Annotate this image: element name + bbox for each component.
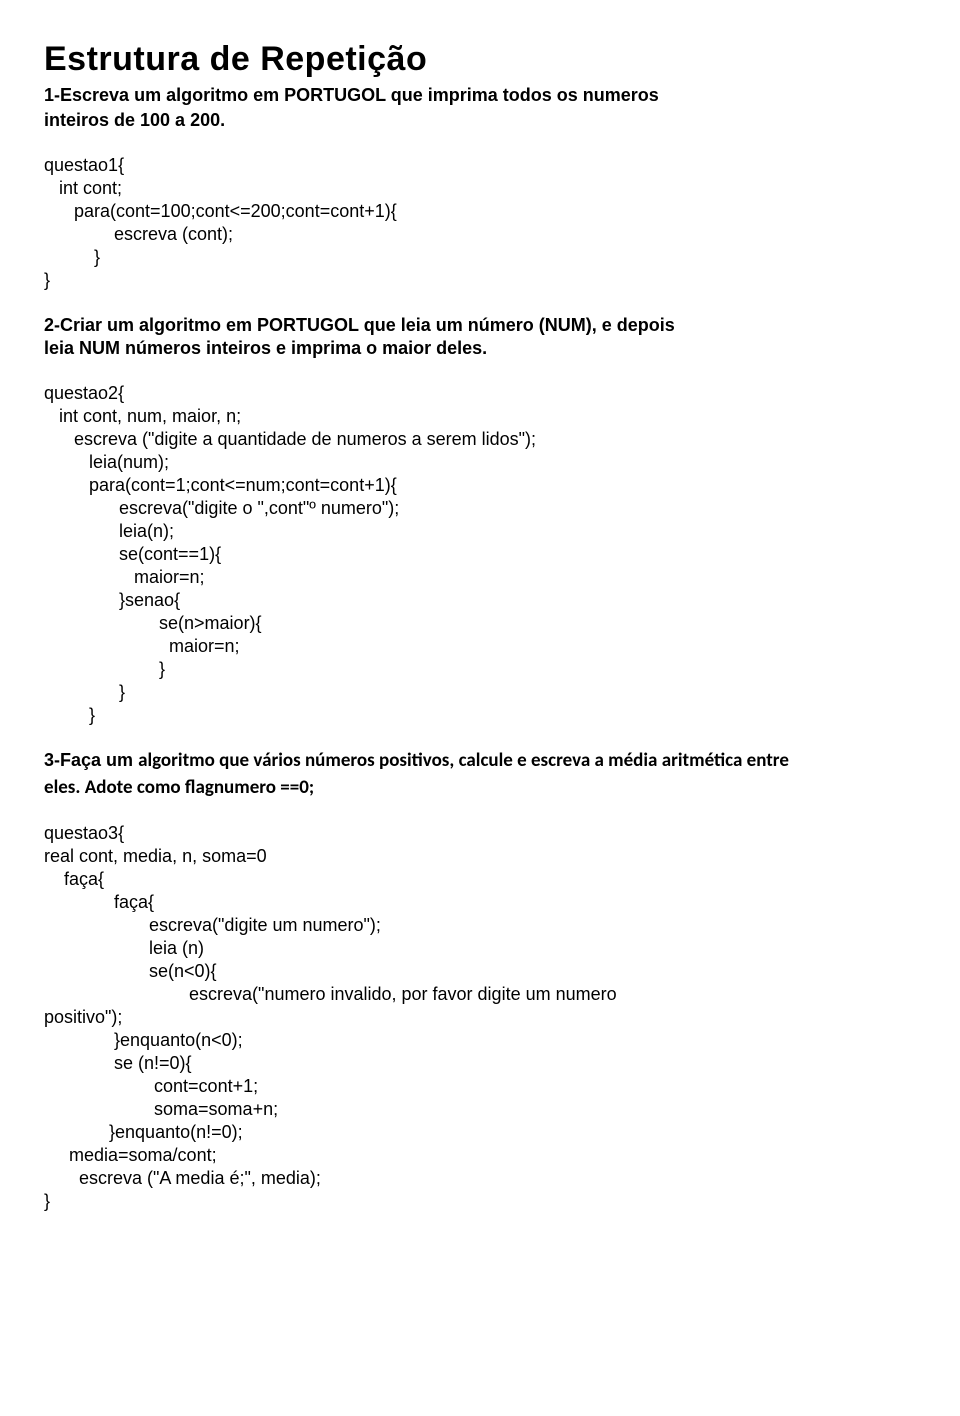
q1-prompt-line1: 1-Escreva um algoritmo em PORTUGOL que i… bbox=[44, 84, 916, 107]
q1-prompt-line2: inteiros de 100 a 200. bbox=[44, 109, 916, 132]
q2-prompt: 2-Criar um algoritmo em PORTUGOL que lei… bbox=[44, 314, 916, 360]
q3-prompt-line1: 3-Faça um algoritmo que vários números p… bbox=[44, 749, 916, 773]
q3-code-block: questao3{ real cont, media, n, soma=0 fa… bbox=[44, 822, 916, 1214]
q2-prompt-line1: 2-Criar um algoritmo em PORTUGOL que lei… bbox=[44, 314, 916, 337]
q3-prompt-lead: 3-Faça um bbox=[44, 750, 133, 770]
q3-prompt-rest-text: algoritmo que vários números positivos, … bbox=[138, 749, 789, 772]
page-title: Estrutura de Repetição bbox=[44, 38, 916, 82]
q2-prompt-line2: leia NUM números inteiros e imprima o ma… bbox=[44, 337, 916, 360]
q1-code-block: questao1{ int cont; para(cont=100;cont<=… bbox=[44, 154, 916, 292]
q3-prompt-line2: eles. Adote como flagnumero ==0; bbox=[44, 776, 916, 800]
q2-code-block: questao2{ int cont, num, maior, n; escre… bbox=[44, 382, 916, 727]
